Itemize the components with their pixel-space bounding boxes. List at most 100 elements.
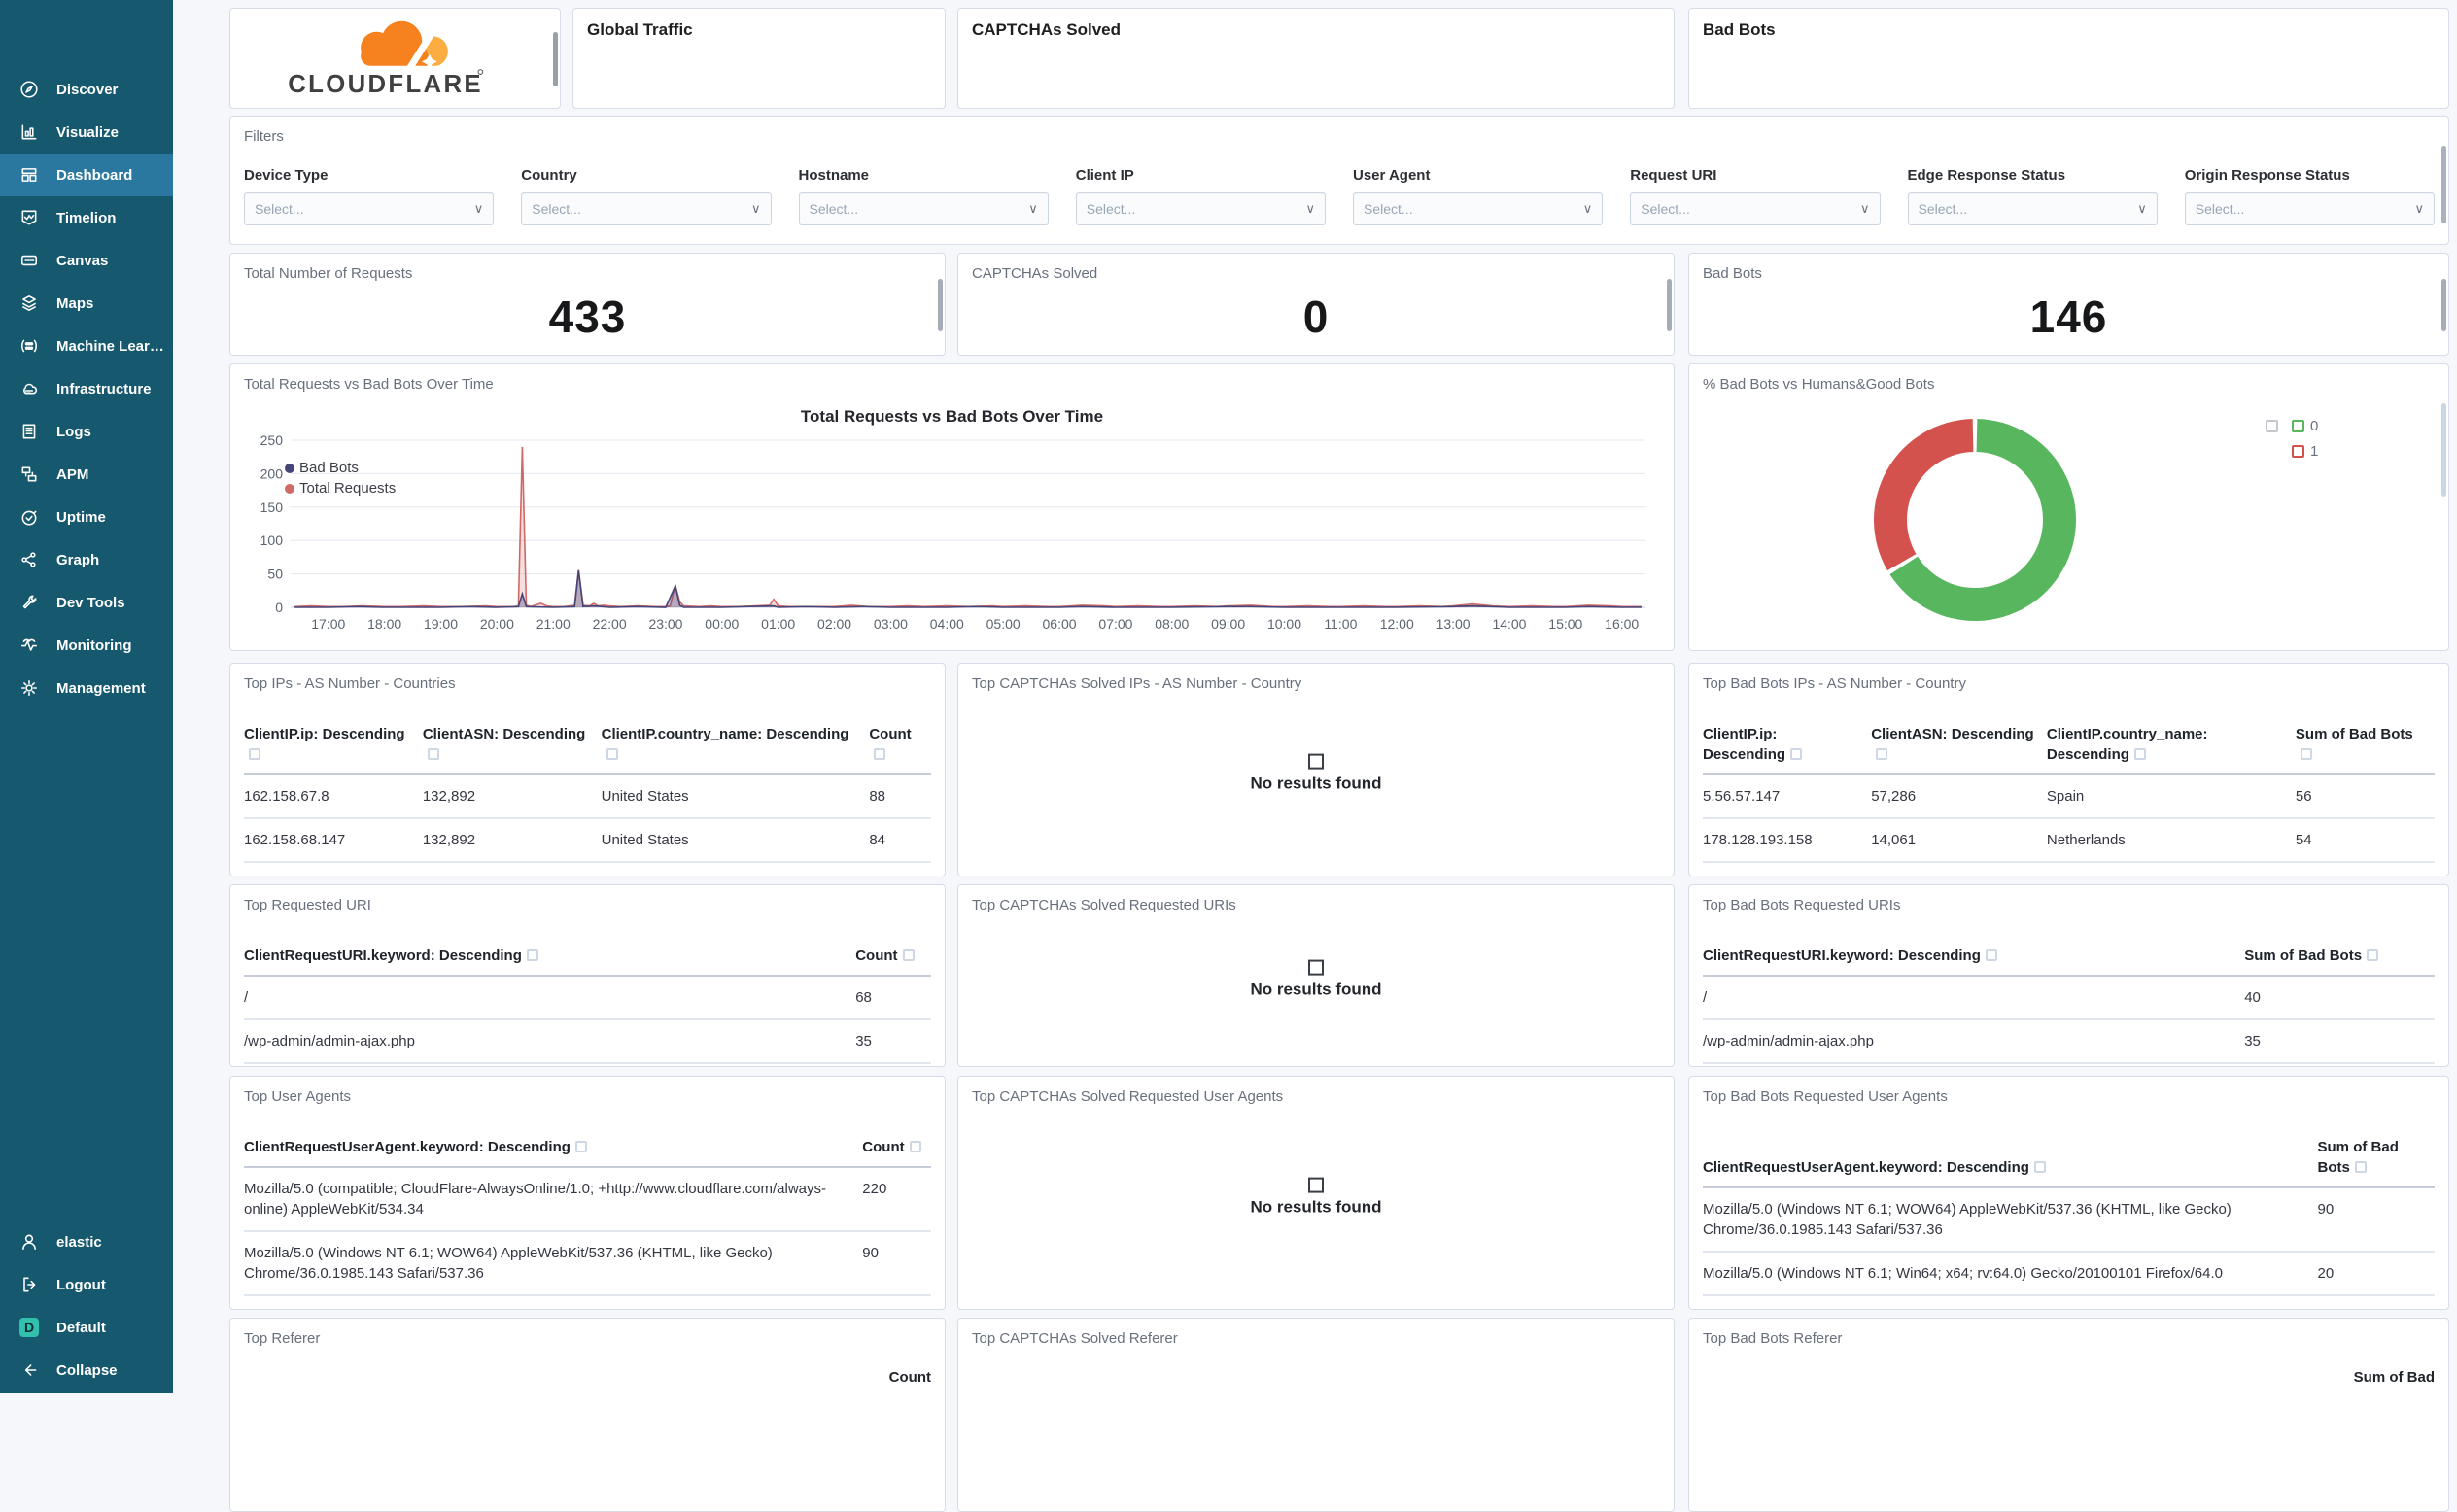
panel-title: Top Referer — [244, 1330, 321, 1347]
sidebar-item-monitoring[interactable]: Monitoring — [0, 624, 173, 667]
sort-icon[interactable] — [2367, 949, 2379, 961]
sort-icon[interactable] — [526, 949, 538, 961]
origin-response-status-select[interactable]: Select... ∨ — [2184, 192, 2435, 225]
scrollbar[interactable] — [2441, 146, 2446, 223]
sort-icon[interactable] — [249, 748, 260, 760]
column-header[interactable]: Count — [869, 718, 931, 775]
metric-value: 146 — [2029, 292, 2108, 342]
column-header[interactable]: ClientRequestURI.keyword: Descending — [244, 940, 856, 977]
panel-bots-donut-chart: % Bad Bots vs Humans&Good Bots 01 — [1688, 363, 2449, 651]
hostname-select[interactable]: Select... ∨ — [798, 192, 1049, 225]
chart-legend: 01 — [2258, 413, 2318, 464]
column-header[interactable]: ClientRequestUserAgent.keyword: Descendi… — [244, 1131, 863, 1168]
column-header[interactable]: Sum of Bad Bots — [2295, 718, 2435, 775]
sidebar-item-logs[interactable]: Logs — [0, 410, 173, 453]
scrollbar[interactable] — [938, 279, 943, 331]
sidebar-item-maps[interactable]: Maps — [0, 282, 173, 325]
sort-icon[interactable] — [2300, 748, 2312, 760]
no-results-text: No results found — [1250, 979, 1382, 999]
sidebar-item-graph[interactable]: Graph — [0, 538, 173, 581]
column-header[interactable]: ClientIP.ip: Descending — [1703, 718, 1872, 775]
sidebar-item-infrastructure[interactable]: Infrastructure — [0, 367, 173, 410]
table-cell: 25 — [1871, 862, 2047, 876]
device-type-select[interactable]: Select... ∨ — [244, 192, 495, 225]
sort-icon[interactable] — [909, 1141, 921, 1152]
sort-icon[interactable] — [1790, 748, 1803, 760]
edge-response-status-select[interactable]: Select... ∨ — [1907, 192, 2158, 225]
donut-chart[interactable] — [1868, 413, 2082, 632]
column-header[interactable]: Count — [889, 1369, 931, 1386]
panel-heading: CAPTCHAs Solved — [972, 20, 1122, 39]
column-header[interactable]: Count — [862, 1131, 931, 1168]
timelion-icon — [19, 208, 39, 227]
sidebar-item-apm[interactable]: APM — [0, 453, 173, 496]
sort-icon[interactable] — [606, 748, 618, 760]
legend-toggle-icon[interactable] — [2266, 419, 2278, 432]
column-header[interactable]: ClientRequestURI.keyword: Descending — [1703, 940, 2245, 977]
sidebar-item-user[interactable]: elastic — [0, 1220, 173, 1263]
column-header-label: Sum of Bad Bots — [2244, 947, 2363, 964]
sidebar-item-label: Infrastructure — [56, 380, 152, 397]
column-header[interactable]: Sum of Bad Bots — [2244, 940, 2435, 977]
user-agent-select[interactable]: Select... ∨ — [1353, 192, 1604, 225]
panel-top-captcha-ips: Top CAPTCHAs Solved IPs - AS Number - Co… — [957, 663, 1675, 876]
sort-icon[interactable] — [2354, 1161, 2367, 1173]
svg-text:17:00: 17:00 — [311, 616, 345, 632]
sidebar-item-dev-tools[interactable]: Dev Tools — [0, 581, 173, 624]
sidebar-item-dashboard[interactable]: Dashboard — [0, 154, 173, 196]
select-placeholder: Select... — [1641, 201, 1690, 217]
table-cell: 16 — [855, 1063, 931, 1066]
sidebar-item-label: Discover — [56, 81, 119, 98]
column-header[interactable]: ClientIP.country_name: Descending — [2046, 718, 2296, 775]
sidebar-item-canvas[interactable]: Canvas — [0, 239, 173, 282]
column-header[interactable]: Sum of Bad — [2354, 1369, 2435, 1386]
sidebar-collapse-button[interactable]: Collapse — [0, 1349, 173, 1392]
sort-icon[interactable] — [2133, 748, 2146, 760]
table-cell: Mozilla/5.0 (Windows NT 6.1; WOW64) Appl… — [1703, 1187, 2318, 1253]
time-series-chart[interactable]: 0 50 100 150 200 250 17:00 18:00 19:00 20:00 21:00… — [244, 430, 1660, 643]
column-header[interactable]: ClientRequestUserAgent.keyword: Descendi… — [1703, 1131, 2318, 1188]
svg-text:07:00: 07:00 — [1098, 616, 1132, 632]
sidebar-item-logout[interactable]: Logout — [0, 1263, 173, 1306]
scrollbar[interactable] — [1667, 279, 1672, 331]
sort-icon[interactable] — [2033, 1161, 2046, 1173]
scrollbar[interactable] — [2441, 279, 2446, 331]
legend-item[interactable]: Bad Bots — [285, 458, 396, 478]
sort-icon[interactable] — [574, 1141, 587, 1152]
svg-text:14:00: 14:00 — [1492, 616, 1526, 632]
request-uri-select[interactable]: Select... ∨ — [1630, 192, 1881, 225]
scrollbar[interactable] — [2441, 403, 2446, 497]
legend-item[interactable]: 1 — [2258, 438, 2318, 464]
filter-label: Country — [521, 167, 577, 184]
chevron-down-icon: ∨ — [2414, 201, 2424, 216]
sidebar-item-timelion[interactable]: Timelion — [0, 196, 173, 239]
donut-slice-1[interactable] — [1874, 419, 1974, 571]
sidebar-item-visualize[interactable]: Visualize — [0, 111, 173, 154]
client-ip-select[interactable]: Select... ∨ — [1075, 192, 1326, 225]
country-select[interactable]: Select... ∨ — [521, 192, 772, 225]
sort-icon[interactable] — [1985, 949, 1997, 961]
column-header[interactable]: Count — [855, 940, 931, 977]
sort-icon[interactable] — [902, 949, 915, 961]
column-header[interactable]: ClientASN: Descending — [1871, 718, 2047, 775]
sort-icon[interactable] — [1876, 748, 1888, 760]
svg-text:10:00: 10:00 — [1267, 616, 1301, 632]
column-header[interactable]: Sum of Bad Bots — [2317, 1131, 2435, 1188]
svg-text:150: 150 — [260, 499, 284, 515]
legend-item[interactable]: 0 — [2258, 413, 2318, 438]
sidebar-item-machine-learning[interactable]: Machine Learning — [0, 325, 173, 367]
column-header[interactable]: ClientIP.country_name: Descending — [601, 718, 870, 775]
sidebar-item-discover[interactable]: Discover — [0, 68, 173, 111]
sidebar-item-uptime[interactable]: Uptime — [0, 496, 173, 538]
svg-text:200: 200 — [260, 465, 284, 481]
sidebar-item-default-space[interactable]: D Default — [0, 1306, 173, 1349]
legend-item[interactable]: Total Requests — [285, 478, 396, 498]
sidebar-item-management[interactable]: Management — [0, 667, 173, 709]
column-header[interactable]: ClientIP.ip: Descending — [244, 718, 423, 775]
svg-text:00:00: 00:00 — [705, 616, 739, 632]
sort-icon[interactable] — [874, 748, 886, 760]
sort-icon[interactable] — [427, 748, 439, 760]
column-header[interactable]: ClientASN: Descending — [422, 718, 602, 775]
scrollbar[interactable] — [553, 32, 558, 86]
svg-text:18:00: 18:00 — [367, 616, 401, 632]
